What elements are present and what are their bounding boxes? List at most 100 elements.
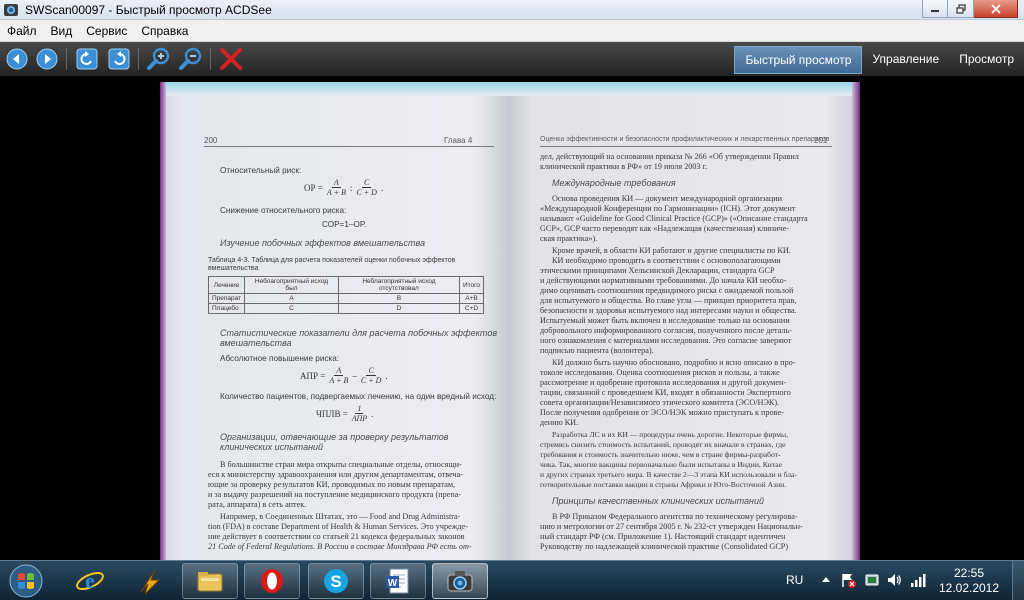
acdsee-app-icon[interactable] xyxy=(3,2,19,18)
fraction: 1 АПР xyxy=(350,404,369,423)
tab-view[interactable]: Просмотр xyxy=(949,46,1024,74)
fraction: AA + B xyxy=(325,178,348,197)
denominator: АПР xyxy=(351,414,368,423)
left-page: 200 Глава 4 Относительный риск: ОР = AA … xyxy=(204,82,497,560)
text-line: Руководству по надлежащей клинической пр… xyxy=(540,542,789,551)
table-header: Неблагоприятный исход был xyxy=(244,276,339,294)
text-line: ющие за проверку результатов КИ, проводи… xyxy=(208,480,456,489)
text-line: дению КИ. xyxy=(540,418,579,427)
menu-bar: Файл Вид Сервис Справка xyxy=(0,20,1024,42)
rotate-left-icon xyxy=(76,48,98,70)
table-cell: C xyxy=(244,303,339,314)
text-line: тации, связанной с проведением КИ, входя… xyxy=(540,388,791,397)
tab-quick-view[interactable]: Быстрый просмотр xyxy=(734,46,863,74)
rotate-right-icon xyxy=(108,48,130,70)
subheading-side-effects: Изучение побочных эффектов вмешательства xyxy=(220,238,425,248)
text-line: tion (FDA) в составе Department of Healt… xyxy=(208,522,468,531)
subheading-statistics-cont: вмешательства xyxy=(220,338,292,348)
svg-text:W: W xyxy=(388,578,398,589)
text-line: GCP», GCP часто переводят как «Надлежаща… xyxy=(540,224,789,233)
tray-app-icon[interactable] xyxy=(864,572,880,588)
show-desktop-button[interactable] xyxy=(1012,561,1024,600)
text-line: и действующими нормативными требованиями… xyxy=(540,276,787,285)
back-button[interactable] xyxy=(4,46,30,72)
maximize-button[interactable] xyxy=(948,0,974,18)
toolbar-separator xyxy=(138,48,139,70)
table-cell: C+D xyxy=(458,303,485,314)
text-line: токоле исследования. Оценка соотношения … xyxy=(540,368,780,377)
menu-view[interactable]: Вид xyxy=(44,20,80,42)
text-line: и других странах третьего мира. В качест… xyxy=(540,470,797,479)
text-line: этическими принципами Хельсинской Деклар… xyxy=(540,266,775,275)
opera-icon xyxy=(261,569,283,593)
restore-icon xyxy=(955,3,966,14)
menu-tools[interactable]: Сервис xyxy=(79,20,134,42)
tray-network[interactable] xyxy=(910,572,926,588)
formula-abs-increase: АПР = AA + B – CC + D . xyxy=(300,366,388,385)
fraction: AA + B xyxy=(327,366,350,385)
tab-manage[interactable]: Управление xyxy=(862,46,949,74)
taskbar-skype[interactable]: S xyxy=(308,563,364,599)
taskbar-acdsee[interactable] xyxy=(432,563,488,599)
menu-file[interactable]: Файл xyxy=(0,20,44,42)
rotate-right-button[interactable] xyxy=(106,46,132,72)
right-page: Оценка эффективности и безопасности проф… xyxy=(540,82,832,560)
language-indicator[interactable]: RU xyxy=(786,573,803,587)
tray-program-icon xyxy=(865,574,879,586)
word-document-icon: W xyxy=(386,568,409,594)
svg-text:e: e xyxy=(85,568,95,593)
scanned-image: 200 Глава 4 Относительный риск: ОР = AA … xyxy=(160,82,860,560)
zoom-in-button[interactable] xyxy=(146,46,172,72)
delete-button[interactable] xyxy=(218,46,244,72)
text-line: ного ознакомления с материалами исследов… xyxy=(540,336,792,345)
text-line: ние действует в соответствии со статьей … xyxy=(208,532,465,541)
taskbar-ie[interactable]: e xyxy=(62,563,118,599)
mode-tabs: Быстрый просмотр Управление Просмотр xyxy=(734,44,1024,74)
forward-button[interactable] xyxy=(34,46,60,72)
image-viewer[interactable]: 200 Глава 4 Относительный риск: ОР = AA … xyxy=(0,76,1024,560)
menu-help[interactable]: Справка xyxy=(134,20,195,42)
zoom-out-button[interactable] xyxy=(178,46,204,72)
text-line: КИ необходимо проводить в соответствии с… xyxy=(552,256,781,265)
table-cell: A xyxy=(244,293,339,304)
text-line: рата, аппарата) в сеть аптек. xyxy=(208,500,307,509)
flag-warning-icon xyxy=(842,574,856,588)
denominator: A + B xyxy=(326,188,346,197)
taskbar-opera[interactable] xyxy=(244,563,300,599)
minimize-button[interactable] xyxy=(922,0,948,18)
text-line: безопасности и здоровья испытуемого над … xyxy=(540,306,797,315)
rotate-left-button[interactable] xyxy=(74,46,100,72)
minimize-icon xyxy=(931,9,939,12)
abs-increase-label: Абсолютное повышение риска: xyxy=(220,354,340,363)
speaker-icon xyxy=(888,574,901,586)
chevron-up-icon xyxy=(822,577,830,582)
text-line: подписью пациента (волонтера). xyxy=(540,346,654,355)
text-line: и за выдачу разрешений на поступление ме… xyxy=(208,490,462,499)
tray-expand-button[interactable] xyxy=(818,572,834,588)
table-cell: B xyxy=(337,293,460,304)
windows-start-icon xyxy=(9,564,43,598)
close-button[interactable] xyxy=(974,0,1018,18)
text-line: ская практика»). xyxy=(540,234,598,243)
taskbar-word[interactable]: W xyxy=(370,563,426,599)
table-row: Плацебо C D C+D xyxy=(207,303,485,314)
formula-lhs: ОР = xyxy=(304,182,323,193)
close-icon xyxy=(990,3,1001,14)
text-line: Например, в Соединенных Штатах, это — Fo… xyxy=(220,512,461,521)
right-header-rule xyxy=(540,146,832,147)
text-line: «Международной Конференции по Гармонизац… xyxy=(540,204,796,213)
system-clock[interactable]: 22:55 12.02.2012 xyxy=(934,566,1004,596)
text-line: называют «Guideline for Good Clinical Pr… xyxy=(540,214,808,223)
start-button[interactable] xyxy=(6,563,46,599)
scan-left-edge xyxy=(160,82,166,560)
taskbar-explorer[interactable] xyxy=(182,563,238,599)
table-header: Итого xyxy=(458,276,485,294)
formula-lhs: АПР = xyxy=(300,370,326,381)
left-page-chapter: Глава 4 xyxy=(444,136,473,145)
table-header: Лечение xyxy=(207,276,246,294)
tray-action-center[interactable] xyxy=(840,572,856,588)
delete-x-icon xyxy=(220,48,242,70)
tray-volume[interactable] xyxy=(886,572,902,588)
fraction: CC + D xyxy=(354,178,379,197)
taskbar-winamp[interactable] xyxy=(122,563,178,599)
